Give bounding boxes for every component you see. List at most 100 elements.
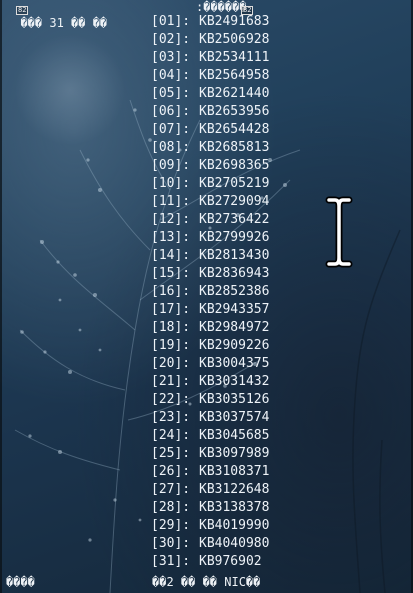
list-item-kb: KB3031432 xyxy=(199,374,270,389)
terminal-window[interactable]: { "header": { "left_text": "��� 31 �� ��… xyxy=(0,0,413,593)
list-item-kb: KB2506928 xyxy=(199,32,270,47)
list-item-kb: KB3138378 xyxy=(199,500,270,515)
list-item-index: [05]: xyxy=(151,86,191,101)
list-item: [05]: KB2621440 xyxy=(151,85,301,103)
list-item-index: [30]: xyxy=(151,536,191,551)
list-item-kb: KB2698365 xyxy=(199,158,270,173)
list-item-kb: KB2621440 xyxy=(199,86,270,101)
list-item: [03]: KB2534111 xyxy=(151,49,301,67)
footer-mid-text: ��2 �� �� NIC�� xyxy=(152,575,261,589)
i-beam-cursor-icon xyxy=(325,196,353,268)
list-item: [10]: KB2705219 xyxy=(151,175,301,193)
list-item: [11]: KB2729094 xyxy=(151,193,301,211)
list-item-kb: KB2736422 xyxy=(199,212,270,227)
list-item-index: [24]: xyxy=(151,428,191,443)
list-item-index: [07]: xyxy=(151,122,191,137)
header-left-text: ��� 31 �� �� xyxy=(20,16,108,30)
list-item-index: [18]: xyxy=(151,320,191,335)
list-item-index: [26]: xyxy=(151,464,191,479)
list-item-kb: KB2984972 xyxy=(199,320,270,335)
list-item: [06]: KB2653956 xyxy=(151,103,301,121)
footer-left-text: ���� xyxy=(6,575,35,589)
list-item-kb: KB2729094 xyxy=(199,194,270,209)
list-item-kb: KB2685813 xyxy=(199,140,270,155)
list-item-kb: KB3004375 xyxy=(199,356,270,371)
list-item-kb: KB2705219 xyxy=(199,176,270,191)
kb-update-list: [01]: KB2491683 [02]: KB2506928 [03]: KB25341… xyxy=(151,13,301,571)
list-item-index: [19]: xyxy=(151,338,191,353)
list-item-index: [03]: xyxy=(151,50,191,65)
list-item: [24]: KB3045685 xyxy=(151,427,301,445)
list-item: [15]: KB2836943 xyxy=(151,265,301,283)
list-item: [18]: KB2984972 xyxy=(151,319,301,337)
list-item-index: [09]: xyxy=(151,158,191,173)
list-item: [09]: KB2698365 xyxy=(151,157,301,175)
list-item: [27]: KB3122648 xyxy=(151,481,301,499)
list-item: [04]: KB2564958 xyxy=(151,67,301,85)
list-item: [14]: KB2813430 xyxy=(151,247,301,265)
list-item: [29]: KB4019990 xyxy=(151,517,301,535)
list-item: [30]: KB4040980 xyxy=(151,535,301,553)
list-item-index: [04]: xyxy=(151,68,191,83)
list-item-index: [13]: xyxy=(151,230,191,245)
list-item-index: [10]: xyxy=(151,176,191,191)
list-item-kb: KB2909226 xyxy=(199,338,270,353)
list-item: [20]: KB3004375 xyxy=(151,355,301,373)
list-item-kb: KB2836943 xyxy=(199,266,270,281)
list-item-index: [21]: xyxy=(151,374,191,389)
list-item-kb: KB2813430 xyxy=(199,248,270,263)
list-item-kb: KB3035126 xyxy=(199,392,270,407)
window-left-border xyxy=(0,0,2,593)
glyph-box-left: 82 xyxy=(16,6,29,15)
list-item-kb: KB3097989 xyxy=(199,446,270,461)
list-item: [25]: KB3097989 xyxy=(151,445,301,463)
list-item-kb: KB3108371 xyxy=(199,464,270,479)
list-item-index: [25]: xyxy=(151,446,191,461)
list-item-kb: KB3045685 xyxy=(199,428,270,443)
list-item: [17]: KB2943357 xyxy=(151,301,301,319)
list-item-index: [08]: xyxy=(151,140,191,155)
list-item: [01]: KB2491683 xyxy=(151,13,301,31)
list-item: [08]: KB2685813 xyxy=(151,139,301,157)
list-item: [26]: KB3108371 xyxy=(151,463,301,481)
list-item: [12]: KB2736422 xyxy=(151,211,301,229)
list-item-index: [27]: xyxy=(151,482,191,497)
list-item-index: [23]: xyxy=(151,410,191,425)
list-item-index: [29]: xyxy=(151,518,191,533)
footer-line: ���� ��2 �� �� NIC�� xyxy=(6,574,406,590)
list-item-index: [31]: xyxy=(151,554,191,569)
list-item: [19]: KB2909226 xyxy=(151,337,301,355)
list-item: [07]: KB2654428 xyxy=(151,121,301,139)
list-item-kb: KB2943357 xyxy=(199,302,270,317)
list-item-index: [28]: xyxy=(151,500,191,515)
list-item-index: [15]: xyxy=(151,266,191,281)
list-item-index: [20]: xyxy=(151,356,191,371)
list-item: [13]: KB2799926 xyxy=(151,229,301,247)
list-item: [23]: KB3037574 xyxy=(151,409,301,427)
list-item-kb: KB4040980 xyxy=(199,536,270,551)
list-item-kb: KB976902 xyxy=(199,554,262,569)
list-item-index: [01]: xyxy=(151,14,191,29)
list-item-kb: KB2564958 xyxy=(199,68,270,83)
list-item-index: [11]: xyxy=(151,194,191,209)
list-item: [21]: KB3031432 xyxy=(151,373,301,391)
list-item-kb: KB2491683 xyxy=(199,14,270,29)
list-item-kb: KB2799926 xyxy=(199,230,270,245)
list-item-kb: KB3037574 xyxy=(199,410,270,425)
list-item-kb: KB4019990 xyxy=(199,518,270,533)
list-item-kb: KB2653956 xyxy=(199,104,270,119)
list-item-kb: KB2852386 xyxy=(199,284,270,299)
list-item-index: [14]: xyxy=(151,248,191,263)
list-item: [28]: KB3138378 xyxy=(151,499,301,517)
list-item-index: [06]: xyxy=(151,104,191,119)
list-item-kb: KB3122648 xyxy=(199,482,270,497)
list-item-index: [17]: xyxy=(151,302,191,317)
list-item-index: [02]: xyxy=(151,32,191,47)
list-item-kb: KB2534111 xyxy=(199,50,270,65)
list-item: [22]: KB3035126 xyxy=(151,391,301,409)
list-item: [02]: KB2506928 xyxy=(151,31,301,49)
list-item: [31]: KB976902 xyxy=(151,553,301,571)
list-item: [16]: KB2852386 xyxy=(151,283,301,301)
list-item-index: [12]: xyxy=(151,212,191,227)
list-item-index: [16]: xyxy=(151,284,191,299)
